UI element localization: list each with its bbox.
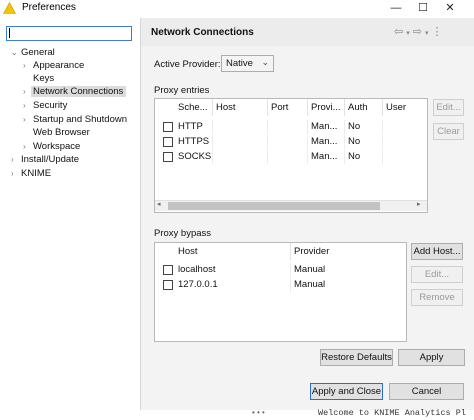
tree-item-workspace[interactable]: › Workspace (23, 140, 80, 153)
chevron-down-icon: ⌄ (261, 57, 269, 67)
tree-item-web-browser[interactable]: Web Browser (23, 126, 90, 139)
column-header-provider[interactable]: Provider (291, 243, 406, 260)
tree-item-keys[interactable]: Keys (23, 72, 54, 85)
column-header-host[interactable]: Host (213, 99, 268, 116)
tree-item-security[interactable]: › Security (23, 99, 67, 112)
row-checkbox[interactable] (163, 137, 173, 147)
cell-user (383, 120, 427, 134)
forward-arrow-icon[interactable]: ⇨ (413, 26, 422, 38)
column-header-host[interactable]: Host (175, 243, 291, 260)
cell-scheme: SOCKS (175, 150, 213, 164)
minimize-button[interactable]: — (384, 0, 408, 16)
cell-auth: No (345, 135, 383, 149)
row-checkbox[interactable] (163, 122, 173, 132)
scrollbar-thumb[interactable] (168, 202, 380, 210)
cell-provider: Manual (294, 264, 326, 275)
cell-port (268, 135, 308, 149)
cell-scheme: HTTPS (175, 135, 213, 149)
cell-host: localhost (175, 263, 291, 277)
chevron-down-icon[interactable]: ⌄ (11, 46, 21, 59)
cell-provider: Manual (294, 279, 326, 290)
row-checkbox[interactable] (163, 265, 173, 275)
cell-user (383, 135, 427, 149)
filter-input[interactable] (6, 26, 132, 41)
window-title: Preferences (22, 2, 76, 13)
proxy-edit-button[interactable]: Edit... (433, 99, 464, 116)
cell-port (268, 150, 308, 164)
column-header-port[interactable]: Port (268, 99, 308, 116)
column-header-provider[interactable]: Provi... (308, 99, 345, 116)
add-host-button[interactable]: Add Host... (411, 243, 463, 260)
view-menu-icon[interactable]: ⋮ (431, 26, 442, 38)
drag-handle-dots: • • • (252, 408, 265, 417)
active-provider-label: Active Provider: (154, 59, 221, 70)
column-header-user[interactable]: User (383, 99, 427, 116)
apply-button[interactable]: Apply (398, 349, 465, 366)
column-header-scheme[interactable]: Sche... (175, 99, 213, 116)
cell-scheme: HTTP (175, 120, 213, 134)
cell-host (213, 120, 268, 134)
tree-item-startup-and-shutdown[interactable]: › Startup and Shutdown (23, 113, 127, 126)
console-welcome-text: Welcome to KNIME Analytics Pl (318, 408, 466, 418)
tree-item-general[interactable]: ⌄ General (11, 46, 55, 59)
cancel-button[interactable]: Cancel (389, 383, 464, 400)
chevron-right-icon[interactable]: › (23, 59, 33, 72)
cell-host (213, 135, 268, 149)
page-title: Network Connections (151, 27, 254, 38)
restore-defaults-button[interactable]: Restore Defaults (320, 349, 393, 366)
cell-port (268, 120, 308, 134)
scroll-right-icon[interactable]: ▸ (417, 200, 421, 208)
chevron-right-icon[interactable]: › (23, 113, 33, 126)
close-button[interactable]: ✕ (438, 0, 462, 16)
tree-item-network-connections[interactable]: › Network Connections (23, 85, 127, 98)
chevron-right-icon[interactable]: › (11, 153, 21, 166)
chevron-right-icon[interactable]: › (11, 167, 21, 180)
proxy-entries-table[interactable]: Sche... Host Port Provi... Auth User HTT… (154, 98, 428, 213)
cell-provider: Man... (308, 150, 345, 164)
proxy-clear-button[interactable]: Clear (433, 123, 464, 140)
bypass-edit-button[interactable]: Edit... (411, 266, 463, 283)
dropdown-arrow-icon[interactable]: ▾ (406, 30, 410, 37)
text-caret (9, 28, 10, 38)
preference-tree: ⌄ General › Appearance Keys › Network Conne… (0, 46, 142, 410)
cell-host (213, 150, 268, 164)
tree-item-install-update[interactable]: › Install/Update (11, 153, 79, 166)
chevron-right-icon[interactable]: › (23, 140, 33, 153)
cell-user (383, 150, 427, 164)
row-checkbox[interactable] (163, 280, 173, 290)
active-provider-select[interactable]: Native ⌄ (221, 55, 274, 72)
proxy-entries-title: Proxy entries (154, 85, 210, 96)
tree-item-appearance[interactable]: › Appearance (23, 59, 84, 72)
cell-host: 127.0.0.1 (175, 278, 291, 292)
remove-button[interactable]: Remove (411, 289, 463, 306)
column-header-auth[interactable]: Auth (345, 99, 383, 116)
chevron-right-icon[interactable]: › (23, 99, 33, 112)
cell-provider: Man... (308, 120, 345, 134)
history-nav: ⇦ ▾ ⇨ ▾ ⋮ (394, 25, 445, 38)
scroll-left-icon[interactable]: ◂ (157, 200, 161, 208)
proxy-bypass-table[interactable]: Host Provider localhost Manual 127.0.0.1… (154, 242, 407, 342)
cell-auth: No (345, 120, 383, 134)
tree-item-knime[interactable]: › KNIME (11, 167, 51, 180)
cell-auth: No (345, 150, 383, 164)
knime-warning-icon (3, 2, 16, 14)
back-arrow-icon[interactable]: ⇦ (394, 26, 403, 38)
maximize-button[interactable]: ☐ (411, 0, 435, 16)
apply-and-close-button[interactable]: Apply and Close (310, 383, 383, 400)
dropdown-arrow-icon[interactable]: ▾ (425, 30, 429, 37)
row-checkbox[interactable] (163, 152, 173, 162)
cell-provider: Man... (308, 135, 345, 149)
proxy-bypass-title: Proxy bypass (154, 228, 212, 239)
